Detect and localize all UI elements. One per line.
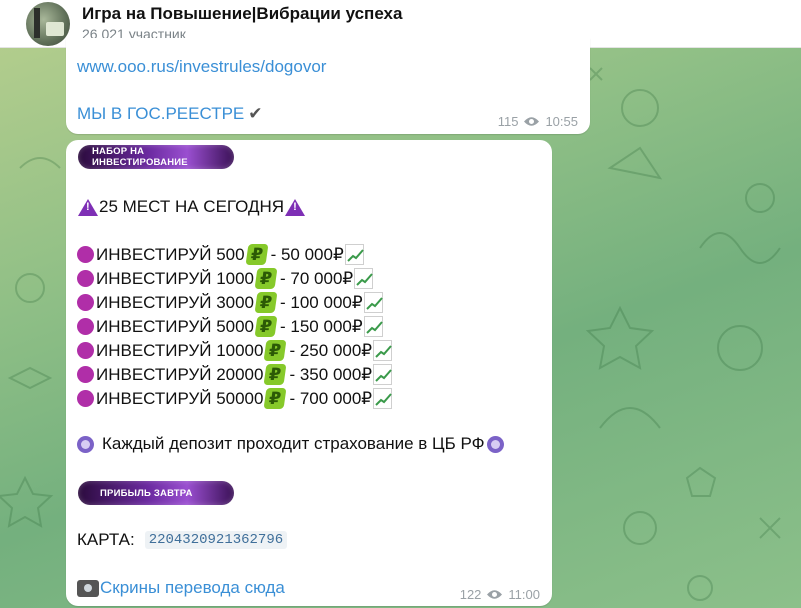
registry-link[interactable]: МЫ В ГОС.РЕЕСТРЕ ✔ [77,104,263,124]
screenshots-link[interactable]: Скрины перевода сюда [100,578,285,598]
offer-line: ИНВЕСТИРУЙ 50000 ₽ - 700 000₽ [77,388,393,409]
investment-tag-banner: НАБОР НА ИНВЕСТИРОВАНИЕ [78,145,234,169]
offer-invest: ИНВЕСТИРУЙ 5000 [96,316,255,336]
headline-text: 25 МЕСТ НА СЕГОДНЯ [99,197,285,216]
chart-up-icon [373,388,393,409]
warning-icon [78,198,98,216]
contract-link[interactable]: www.ooo.rus/investrules/dogovor [77,57,326,77]
purple-circle-icon [77,342,94,359]
view-count: 122 [459,587,482,602]
offer-invest: ИНВЕСТИРУЙ 10000 [96,340,264,360]
offer-line: ИНВЕСТИРУЙ 3000 ₽ - 100 000₽ [77,292,383,313]
ruble-sign-icon: ₽ [254,268,278,289]
chart-up-icon [363,316,383,337]
card-label: КАРТА: [77,530,135,549]
offer-result: - 700 000₽ [289,388,373,408]
purple-circle-icon [77,366,94,383]
offer-invest: ИНВЕСТИРУЙ 1000 [96,268,255,288]
insurance-text: Каждый депозит проходит страхование в ЦБ… [102,434,485,453]
ruble-sign-icon: ₽ [263,364,287,385]
offer-line: ИНВЕСТИРУЙ 10000 ₽ - 250 000₽ [77,340,393,361]
shield-icon [77,435,94,453]
ruble-sign-icon: ₽ [245,244,269,265]
message-time: 11:00 [508,587,540,602]
screenshots-line: Скрины перевода сюда [77,578,285,598]
offer-result: - 70 000₽ [280,268,354,288]
insurance-line: Каждый депозит проходит страхование в ЦБ… [77,434,508,454]
ruble-sign-icon: ₽ [254,292,278,313]
camera-icon [77,579,99,597]
warning-icon [285,198,306,216]
offer-line: ИНВЕСТИРУЙ 500 ₽ - 50 000₽ [77,244,364,265]
offer-result: - 250 000₽ [289,340,373,360]
eye-icon [523,116,540,127]
offer-invest: ИНВЕСТИРУЙ 500 [96,244,245,264]
offer-line: ИНВЕСТИРУЙ 5000 ₽ - 150 000₽ [77,316,383,337]
offer-invest: ИНВЕСТИРУЙ 20000 [96,364,264,384]
message-time: 10:55 [545,114,578,129]
purple-circle-icon [77,270,94,287]
chart-up-icon [344,244,364,265]
chart-up-icon [373,364,393,385]
ruble-sign-icon: ₽ [254,316,278,337]
view-count: 115 [497,114,519,129]
message-meta: 122 11:00 [460,587,540,602]
chart-up-icon [354,268,374,289]
card-line: КАРТА: 2204320921362796 [77,530,288,550]
headline: 25 МЕСТ НА СЕГОДНЯ [77,197,306,217]
shield-icon [486,435,504,453]
chart-up-icon [373,340,393,361]
profit-tag-banner: ПРИБЫЛЬ ЗАВТРА [78,481,234,505]
message-meta: 115 10:55 [498,114,578,129]
check-mark-icon: ✔ [248,104,263,123]
ruble-sign-icon: ₽ [263,340,287,361]
offer-result: - 50 000₽ [270,244,344,264]
offer-result: - 100 000₽ [280,292,363,312]
purple-circle-icon [77,246,94,263]
chart-up-icon [363,292,383,313]
offer-result: - 150 000₽ [280,316,363,336]
eye-icon [486,589,503,600]
offer-line: ИНВЕСТИРУЙ 20000 ₽ - 350 000₽ [77,364,393,385]
chat-avatar[interactable] [26,1,70,46]
purple-circle-icon [77,318,94,335]
purple-circle-icon [77,294,94,311]
message-bubble: www.ooo.rus/investrules/dogovor МЫ В ГОС… [66,38,590,134]
purple-circle-icon [77,390,94,407]
card-number[interactable]: 2204320921362796 [144,531,288,549]
offer-invest: ИНВЕСТИРУЙ 50000 [96,388,264,408]
message-bubble: НАБОР НА ИНВЕСТИРОВАНИЕ 25 МЕСТ НА СЕГОД… [66,140,552,606]
registry-link-text: МЫ В ГОС.РЕЕСТРЕ [77,104,245,123]
offer-invest: ИНВЕСТИРУЙ 3000 [96,292,255,312]
ruble-sign-icon: ₽ [263,388,287,409]
offer-result: - 350 000₽ [289,364,373,384]
chat-title: Игра на Повышение|Вибрации успеха [82,4,403,23]
offer-line: ИНВЕСТИРУЙ 1000 ₽ - 70 000₽ [77,268,374,289]
